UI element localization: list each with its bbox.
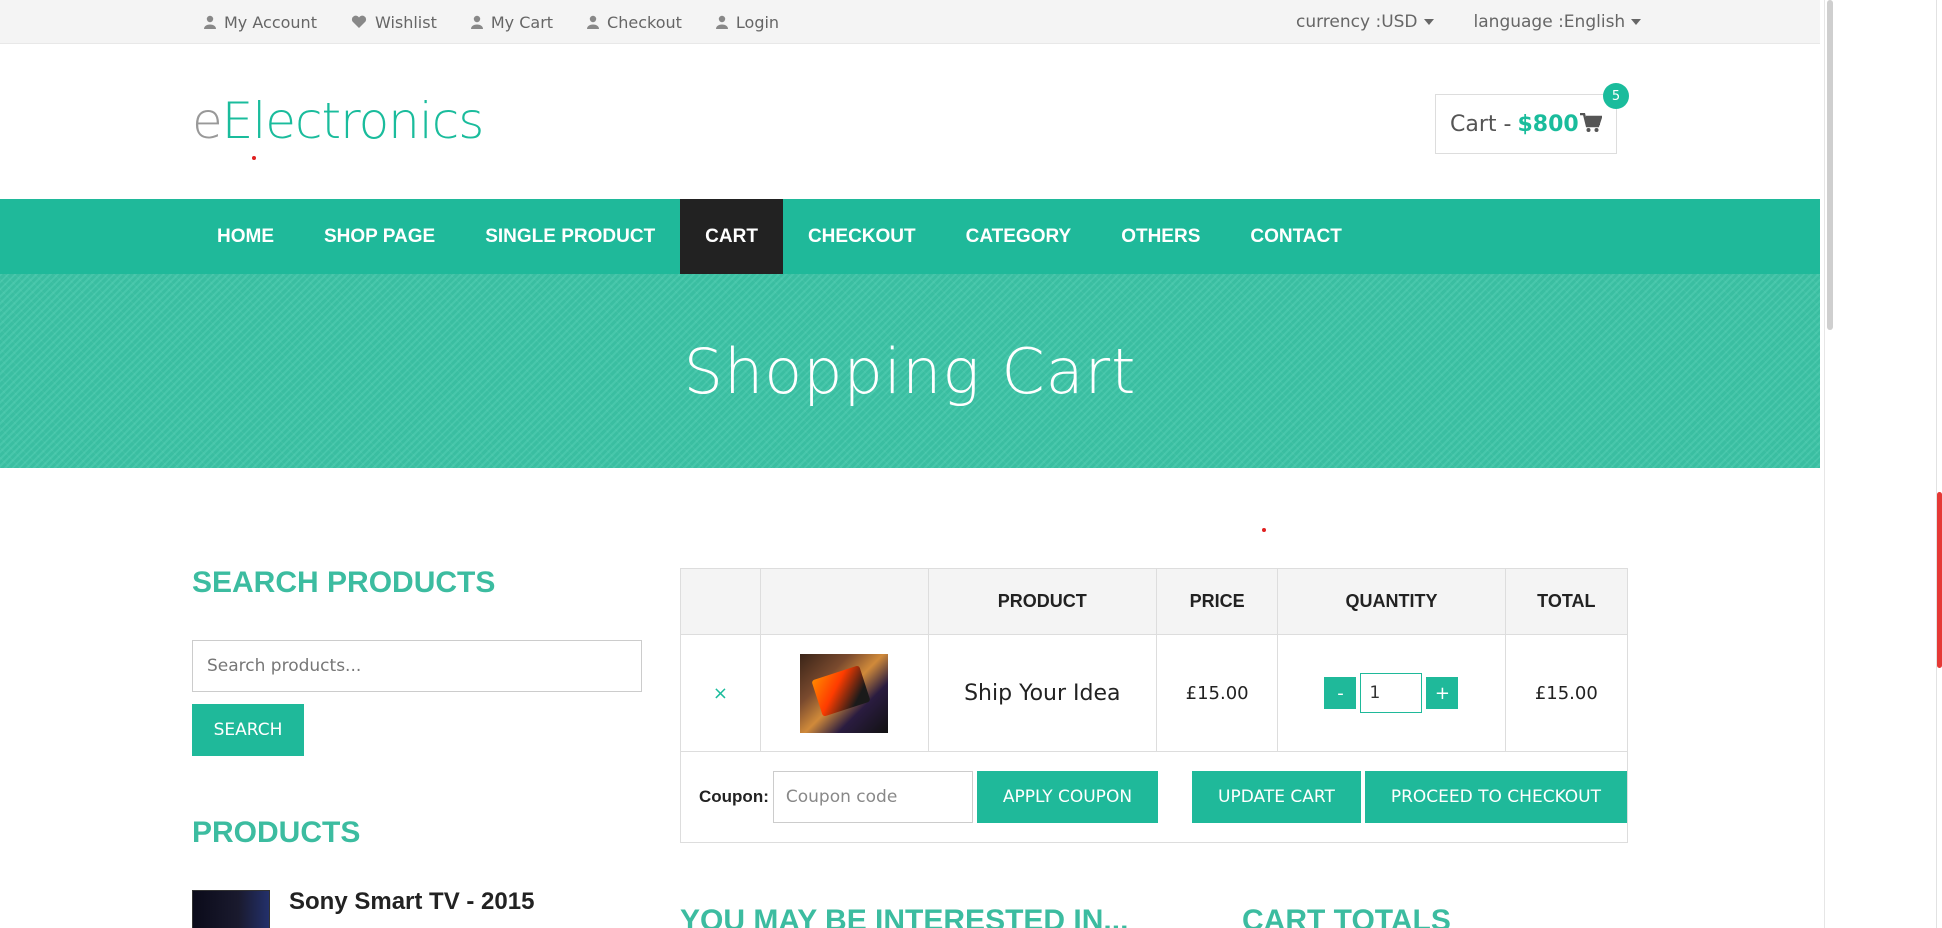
login-label: Login [735,12,780,32]
currency-label: currency :USD [1296,12,1418,32]
product-thumbnail[interactable] [192,890,270,928]
col-quantity: QUANTITY [1277,568,1506,635]
quantity-input[interactable] [1360,673,1423,713]
scrollbar-thumb[interactable] [1827,0,1833,330]
wishlist-link[interactable]: Wishlist [351,13,437,32]
currency-dropdown[interactable]: currency :USD [1296,12,1434,32]
page-banner: Shopping Cart [0,274,1820,468]
user-icon [587,15,600,29]
search-input[interactable] [192,640,642,692]
nav-others[interactable]: OTHERS [1096,199,1225,274]
col-product: PRODUCT [927,568,1158,635]
page-title: Shopping Cart [683,334,1137,408]
col-thumbnail [759,568,929,635]
caret-down-icon [1423,19,1434,25]
search-products-heading: SEARCH PRODUCTS [192,566,496,599]
quantity-stepper: - + [1324,673,1459,713]
nav-cart[interactable]: CART [680,199,783,274]
vertical-scrollbar[interactable] [1824,0,1836,928]
cart-table-header: PRODUCT PRICE QUANTITY TOTAL [680,568,1629,635]
my-cart-link[interactable]: My Cart [470,12,554,32]
cart-totals-heading: CART TOTALS [1242,904,1451,928]
login-link[interactable]: Login [715,12,780,32]
nav-contact[interactable]: CONTACT [1225,199,1366,274]
cart-amount: $800 [1517,111,1579,137]
nav-checkout[interactable]: CHECKOUT [783,199,941,274]
cursor-dot [1262,528,1266,532]
shopping-cart-icon [1580,113,1602,132]
user-icon [715,15,728,29]
locale-selectors: currency :USD language :English [1296,0,1681,44]
logo-prefix: e [192,92,223,150]
update-cart-button[interactable]: UPDATE CART [1192,771,1361,823]
account-links: My Account Wishlist My Cart Checkout Log… [204,0,813,44]
cart-table: PRODUCT PRICE QUANTITY TOTAL × Ship Your… [680,568,1629,843]
cart-actions-row: Coupon: APPLY COUPON UPDATE CART PROCEED… [680,751,1628,843]
nav-category[interactable]: CATEGORY [941,199,1097,274]
apply-coupon-button[interactable]: APPLY COUPON [976,771,1159,823]
caret-down-icon [1631,19,1642,25]
products-heading: PRODUCTS [192,816,361,849]
logo-main: Electronics [221,92,485,150]
quantity-minus-button[interactable]: - [1324,677,1357,709]
my-cart-label: My Cart [490,12,554,32]
user-icon [204,15,216,29]
header-cart-button[interactable]: Cart - $800 [1435,94,1617,154]
search-button[interactable]: SEARCH [192,704,304,756]
cart-item-row: × Ship Your Idea £15.00 - + £15.00 [680,634,1629,752]
wishlist-label: Wishlist [374,12,437,32]
interested-heading: YOU MAY BE INTERESTED IN... [680,904,1129,928]
checkout-label: Checkout [607,12,682,32]
nav-home[interactable]: HOME [192,199,299,274]
cart-item-total: £15.00 [1534,682,1598,704]
my-account-label: My Account [224,12,317,32]
window-edge [1936,0,1937,928]
main-nav: HOME SHOP PAGE SINGLE PRODUCT CART CHECK… [0,199,1820,274]
cart-item-thumbnail[interactable] [800,653,889,733]
heart-icon [351,15,367,28]
coupon-code-input[interactable] [772,771,973,823]
nav-single-product[interactable]: SINGLE PRODUCT [460,199,680,274]
col-total: TOTAL [1504,568,1629,635]
cart-item-name[interactable]: Ship Your Idea [964,681,1120,706]
cart-item-price: £15.00 [1185,682,1249,704]
col-remove [680,568,761,635]
quantity-plus-button[interactable]: + [1426,677,1459,709]
col-price: PRICE [1155,568,1279,635]
nav-shop-page[interactable]: SHOP PAGE [299,199,460,274]
cursor-dot [252,156,256,160]
remove-item-icon[interactable]: × [713,683,728,704]
product-title-link[interactable]: Sony Smart TV - 2015 [289,888,534,916]
my-account-link[interactable]: My Account [204,13,317,32]
proceed-to-checkout-button[interactable]: PROCEED TO CHECKOUT [1364,771,1627,823]
checkout-link[interactable]: Checkout [587,13,682,32]
cart-count-badge: 5 [1603,83,1629,109]
top-bar: My Account Wishlist My Cart Checkout Log… [0,0,1820,44]
user-icon [470,15,483,29]
cart-label: Cart - [1450,111,1512,137]
language-label: language :English [1473,12,1626,32]
site-logo[interactable]: eElectronics [192,92,485,150]
language-dropdown[interactable]: language :English [1474,12,1642,32]
scroll-indicator [1937,492,1942,668]
coupon-label: Coupon: [699,787,769,806]
